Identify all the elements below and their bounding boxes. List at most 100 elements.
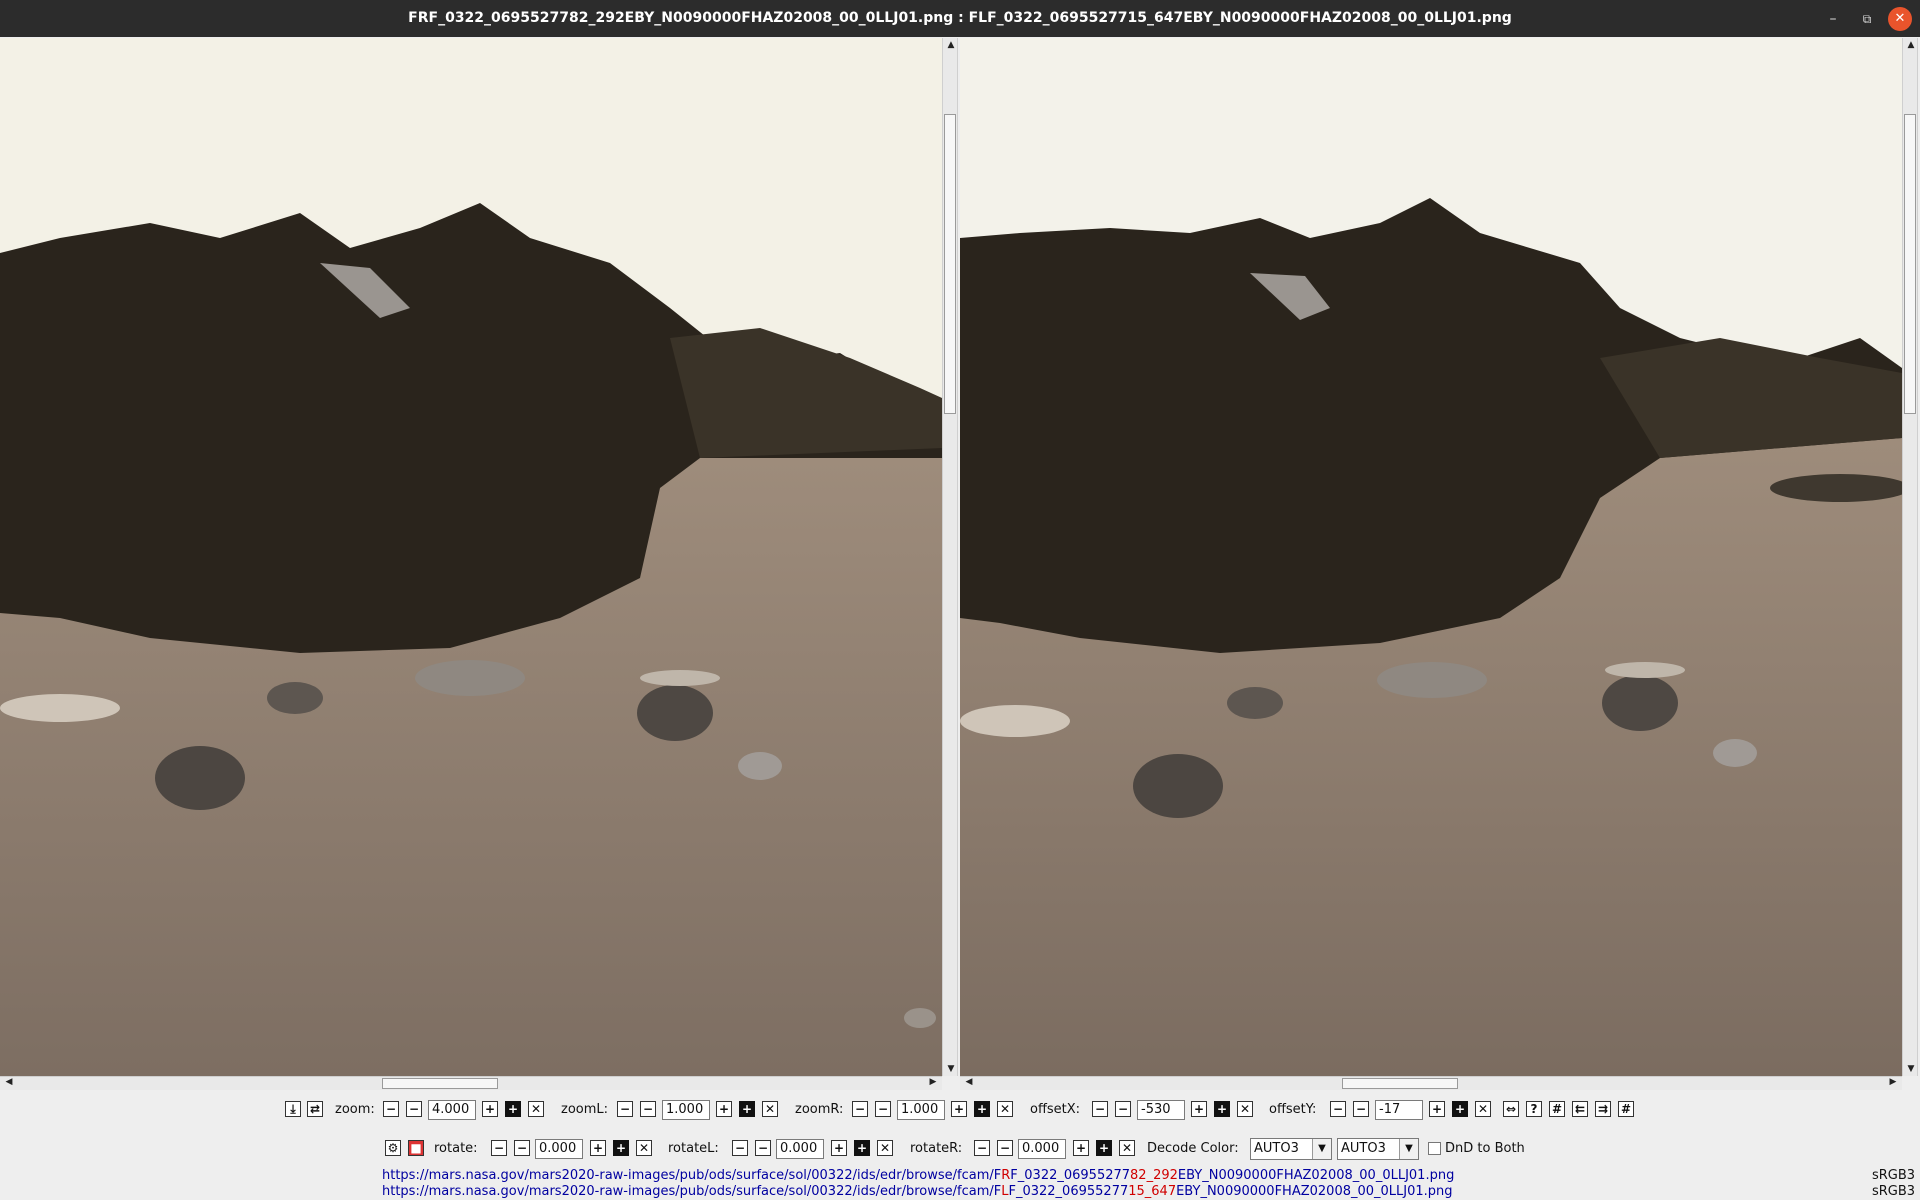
zoomR-reset-button[interactable]: ✕ (997, 1101, 1013, 1117)
rotate-reset-button[interactable]: ✕ (636, 1140, 652, 1156)
decode-color-left-select[interactable]: AUTO3 ▼ (1250, 1138, 1332, 1160)
url-suffix: EBY_N0090000FHAZ02008_00_0LLJ01.png (1177, 1168, 1455, 1183)
url-prefix: https://mars.nasa.gov/mars2020-raw-image… (382, 1168, 1002, 1183)
rotateL-reset-button[interactable]: ✕ (877, 1140, 893, 1156)
zoomR-increase-button[interactable]: + (974, 1101, 990, 1117)
swap-icon[interactable]: ⇄ (307, 1101, 323, 1117)
zoom-decrease-small-button[interactable]: − (406, 1101, 422, 1117)
zoom-reset-button[interactable]: ✕ (528, 1101, 544, 1117)
zoomR-increase-small-button[interactable]: + (951, 1101, 967, 1117)
rotate-increase-button[interactable]: + (613, 1140, 629, 1156)
rotate-label: rotate: (434, 1141, 478, 1156)
zoomR-input[interactable]: 1.000 (897, 1100, 945, 1120)
rotateL-increase-small-button[interactable]: + (831, 1140, 847, 1156)
left-horizontal-scrollbar[interactable]: ◀ ▶ (0, 1076, 942, 1090)
scroll-down-icon[interactable]: ▼ (1904, 1064, 1918, 1074)
right-vertical-scrollbar[interactable]: ▲ ▼ (1902, 38, 1918, 1076)
color-picker-icon[interactable]: ■ (408, 1140, 424, 1156)
decode-color-left-value: AUTO3 (1254, 1141, 1299, 1156)
url-diff: 82_292 (1130, 1168, 1178, 1183)
offsetX-increase-small-button[interactable]: + (1191, 1101, 1207, 1117)
url-diff: L (1001, 1184, 1009, 1199)
rotateR-reset-button[interactable]: ✕ (1119, 1140, 1135, 1156)
swap-horizontal-icon[interactable]: ⇔ (1503, 1101, 1519, 1117)
rotateL-decrease-button[interactable]: − (732, 1140, 748, 1156)
close-icon[interactable]: ✕ (1888, 7, 1912, 31)
right-horizontal-scrollbar[interactable]: ◀ ▶ (960, 1076, 1902, 1090)
left-image-pane[interactable] (0, 38, 942, 1076)
scroll-up-icon[interactable]: ▲ (944, 40, 958, 50)
right-image-pane[interactable] (960, 38, 1902, 1076)
dnd-to-both-checkbox[interactable] (1428, 1142, 1441, 1155)
offsetX-input[interactable]: -530 (1137, 1100, 1185, 1120)
scroll-left-icon[interactable]: ◀ (2, 1077, 16, 1087)
minimize-icon[interactable]: – (1821, 7, 1845, 31)
rotate-decrease-small-button[interactable]: − (514, 1140, 530, 1156)
offsetY-decrease-button[interactable]: − (1330, 1101, 1346, 1117)
right-image-url[interactable]: https://mars.nasa.gov/mars2020-raw-image… (382, 1168, 1454, 1183)
offsetX-reset-button[interactable]: ✕ (1237, 1101, 1253, 1117)
chevron-down-icon[interactable]: ▼ (1399, 1139, 1418, 1159)
rotate-increase-small-button[interactable]: + (590, 1140, 606, 1156)
decode-color-right-select[interactable]: AUTO3 ▼ (1337, 1138, 1419, 1160)
scroll-thumb[interactable] (944, 114, 956, 414)
rotateR-decrease-small-button[interactable]: − (997, 1140, 1013, 1156)
save-icon[interactable]: ⤓ (285, 1101, 301, 1117)
rotateL-input[interactable]: 0.000 (776, 1139, 824, 1159)
zoomL-decrease-small-button[interactable]: − (640, 1101, 656, 1117)
zoomR-decrease-button[interactable]: − (852, 1101, 868, 1117)
left-image-url[interactable]: https://mars.nasa.gov/mars2020-raw-image… (382, 1184, 1453, 1199)
color-space-label: sRGB3 (1872, 1184, 1916, 1199)
offsetY-decrease-small-button[interactable]: − (1353, 1101, 1369, 1117)
help-icon[interactable]: ? (1526, 1101, 1542, 1117)
zoom-offset-toolbar: ⤓ ⇄ zoom: − − 4.000 + + ✕ zoomL: − − 1.0… (0, 1098, 1920, 1124)
rotateR-input[interactable]: 0.000 (1018, 1139, 1066, 1159)
rotate-input[interactable]: 0.000 (535, 1139, 583, 1159)
scroll-down-icon[interactable]: ▼ (944, 1064, 958, 1074)
rotateR-decrease-button[interactable]: − (974, 1140, 990, 1156)
url-middle: F_0322_06955277 (1008, 1184, 1129, 1199)
settings-gear-icon[interactable]: ⚙ (385, 1140, 401, 1156)
zoomL-increase-small-button[interactable]: + (716, 1101, 732, 1117)
zoomL-increase-button[interactable]: + (739, 1101, 755, 1117)
rotateR-increase-small-button[interactable]: + (1073, 1140, 1089, 1156)
offsetY-reset-button[interactable]: ✕ (1475, 1101, 1491, 1117)
rotate-decrease-button[interactable]: − (491, 1140, 507, 1156)
offsetY-input[interactable]: -17 (1375, 1100, 1423, 1120)
zoom-increase-small-button[interactable]: + (482, 1101, 498, 1117)
scroll-left-icon[interactable]: ◀ (962, 1077, 976, 1087)
chevron-down-icon[interactable]: ▼ (1312, 1139, 1331, 1159)
offsetX-increase-button[interactable]: + (1214, 1101, 1230, 1117)
offsetX-label: offsetX: (1030, 1102, 1081, 1117)
zoomL-decrease-button[interactable]: − (617, 1101, 633, 1117)
zoom-input[interactable]: 4.000 (428, 1100, 476, 1120)
scroll-thumb[interactable] (382, 1078, 498, 1089)
offsetX-decrease-small-button[interactable]: − (1115, 1101, 1131, 1117)
color-space-label: sRGB3 (1872, 1168, 1916, 1183)
zoomL-input[interactable]: 1.000 (662, 1100, 710, 1120)
rotateL-label: rotateL: (668, 1141, 719, 1156)
zoomL-reset-button[interactable]: ✕ (762, 1101, 778, 1117)
scroll-thumb[interactable] (1904, 114, 1916, 414)
align-icon[interactable]: # (1549, 1101, 1565, 1117)
scroll-up-icon[interactable]: ▲ (1904, 40, 1918, 50)
url-diff: 15_647 (1128, 1184, 1177, 1199)
scroll-right-icon[interactable]: ▶ (926, 1077, 940, 1087)
grid-icon[interactable]: # (1618, 1101, 1634, 1117)
rotateL-increase-button[interactable]: + (854, 1140, 870, 1156)
offsetY-increase-small-button[interactable]: + (1429, 1101, 1445, 1117)
align-right-icon[interactable]: ⇉ (1595, 1101, 1611, 1117)
left-vertical-scrollbar[interactable]: ▲ ▼ (942, 38, 958, 1076)
scroll-thumb[interactable] (1342, 1078, 1458, 1089)
align-left-icon[interactable]: ⇇ (1572, 1101, 1588, 1117)
zoomR-decrease-small-button[interactable]: − (875, 1101, 891, 1117)
zoom-increase-button[interactable]: + (505, 1101, 521, 1117)
maximize-icon[interactable]: ⧉ (1855, 7, 1879, 31)
offsetY-label: offsetY: (1269, 1102, 1317, 1117)
rotateR-increase-button[interactable]: + (1096, 1140, 1112, 1156)
zoom-decrease-button[interactable]: − (383, 1101, 399, 1117)
scroll-right-icon[interactable]: ▶ (1886, 1077, 1900, 1087)
rotateL-decrease-small-button[interactable]: − (755, 1140, 771, 1156)
offsetX-decrease-button[interactable]: − (1092, 1101, 1108, 1117)
offsetY-increase-button[interactable]: + (1452, 1101, 1468, 1117)
